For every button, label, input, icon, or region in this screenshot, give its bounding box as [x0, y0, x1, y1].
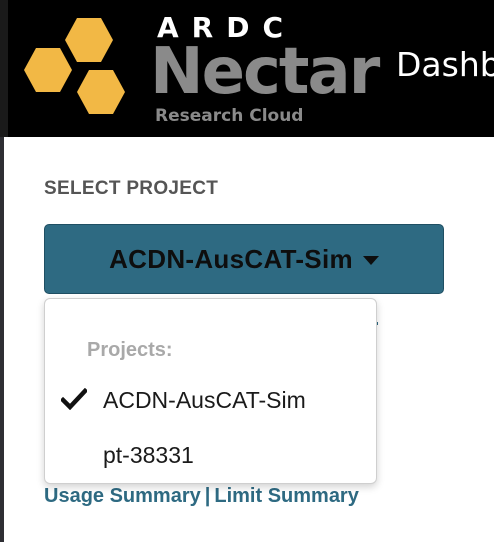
usage-summary-link[interactable]: Usage Summary: [44, 485, 201, 507]
project-dropdown-menu: Projects: ACDN-AusCAT-Sim pt-38331: [44, 298, 377, 484]
dropdown-item-project[interactable]: pt-38331: [45, 432, 376, 478]
dropdown-header: Projects:: [87, 339, 173, 361]
nectar-hexagon-logo-icon[interactable]: [22, 14, 134, 118]
page-title: Dashboard: [396, 45, 494, 84]
usage-links: Usage Summary | Limit Summary: [44, 485, 359, 508]
caret-down-icon: [362, 255, 379, 265]
top-header: ARDC Nectar Research Cloud Dashboard: [0, 0, 494, 137]
dropdown-item-label: pt-38331: [103, 441, 194, 468]
link-separator: |: [204, 485, 211, 507]
project-selector-button[interactable]: ACDN-AusCAT-Sim: [44, 224, 444, 294]
sidebar-edge: [0, 137, 4, 542]
project-selector-label: ACDN-AusCAT-Sim: [109, 243, 353, 274]
limit-summary-link[interactable]: Limit Summary: [214, 485, 358, 507]
checkmark-icon: [61, 388, 87, 410]
app-window: ARDC Nectar Research Cloud Dashboard SEL…: [0, 0, 494, 542]
select-project-label: SELECT PROJECT: [44, 178, 219, 199]
dropdown-item-selected-project[interactable]: ACDN-AusCAT-Sim: [45, 377, 376, 423]
nectar-wordmark: Nectar: [150, 35, 380, 109]
dropdown-item-label: ACDN-AusCAT-Sim: [103, 386, 306, 413]
header-edge: [0, 0, 8, 137]
research-cloud-subtitle: Research Cloud: [155, 106, 304, 126]
